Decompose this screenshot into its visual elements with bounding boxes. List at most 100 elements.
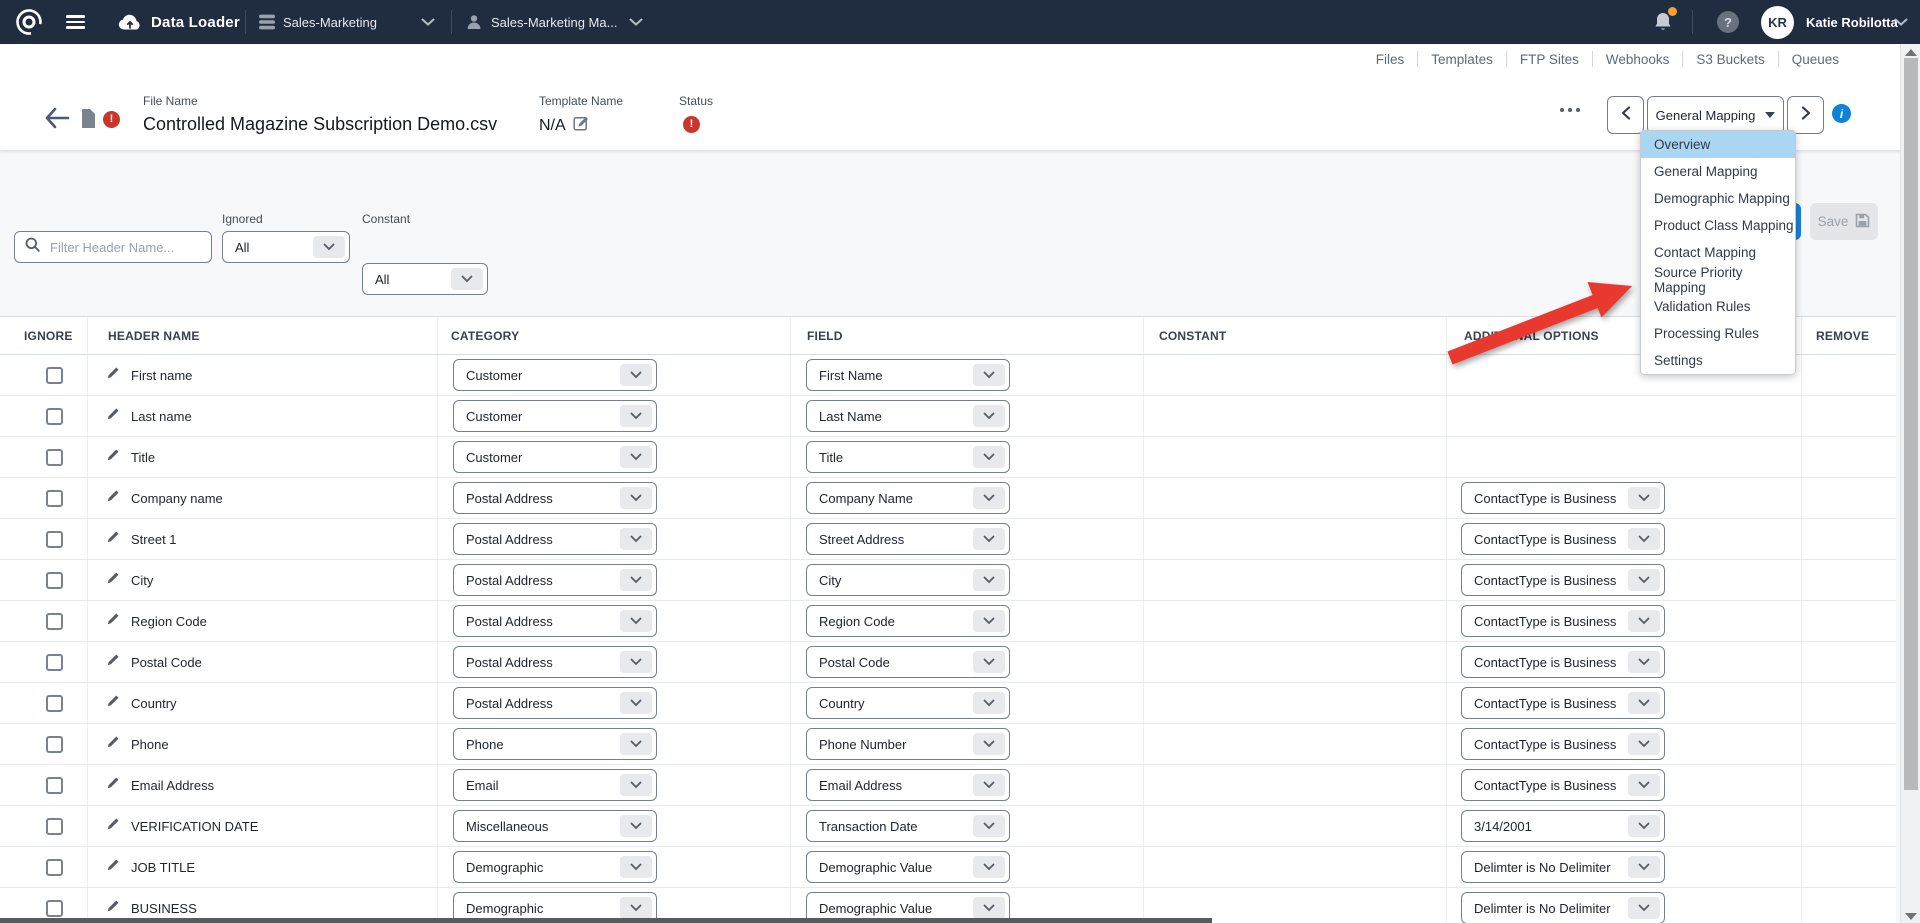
edit-header-name-icon[interactable] (107, 448, 120, 466)
menu-item-demographic-mapping[interactable]: Demographic Mapping (1641, 185, 1795, 212)
menu-item-product-class-mapping[interactable]: Product Class Mapping (1641, 212, 1795, 239)
help-icon[interactable]: ? (1717, 0, 1739, 44)
additional-options-select[interactable]: ContactType is Business (1461, 482, 1665, 514)
ignore-checkbox[interactable] (46, 859, 63, 876)
ignore-checkbox[interactable] (46, 818, 63, 835)
ignore-checkbox[interactable] (46, 695, 63, 712)
menu-item-overview[interactable]: Overview (1641, 131, 1795, 158)
edit-header-name-icon[interactable] (107, 694, 120, 712)
category-select[interactable]: Postal Address (453, 646, 657, 678)
hamburger-menu-icon[interactable] (66, 0, 85, 44)
menu-item-processing-rules[interactable]: Processing Rules (1641, 320, 1795, 347)
subnav-link-s3-buckets[interactable]: S3 Buckets (1683, 52, 1777, 67)
previous-view-button[interactable] (1607, 96, 1644, 134)
category-select[interactable]: Postal Address (453, 687, 657, 719)
menu-item-general-mapping[interactable]: General Mapping (1641, 158, 1795, 185)
edit-header-name-icon[interactable] (107, 776, 120, 794)
category-select[interactable]: Customer (453, 359, 657, 391)
additional-options-select[interactable]: ContactType is Business (1461, 728, 1665, 760)
menu-item-settings[interactable]: Settings (1641, 347, 1795, 374)
additional-options-select[interactable]: ContactType is Business (1461, 687, 1665, 719)
subnav-link-ftp-sites[interactable]: FTP Sites (1507, 52, 1592, 67)
field-select[interactable]: Phone Number (806, 728, 1010, 760)
view-selector-button[interactable]: General Mapping (1647, 96, 1784, 134)
menu-item-contact-mapping[interactable]: Contact Mapping (1641, 239, 1795, 266)
vertical-scrollbar-thumb[interactable] (1904, 58, 1918, 790)
field-select[interactable]: Demographic Value (806, 851, 1010, 883)
edit-header-name-icon[interactable] (107, 735, 120, 753)
profile-selector[interactable]: Sales-Marketing Ma... (491, 0, 617, 44)
category-select[interactable]: Postal Address (453, 605, 657, 637)
field-select[interactable]: City (806, 564, 1010, 596)
menu-item-validation-rules[interactable]: Validation Rules (1641, 293, 1795, 320)
additional-options-select[interactable]: Delimter is No Delimiter (1461, 892, 1665, 923)
additional-options-select[interactable]: ContactType is Business (1461, 523, 1665, 555)
ignore-checkbox[interactable] (46, 408, 63, 425)
chevron-down-icon[interactable] (421, 0, 435, 44)
ignore-checkbox[interactable] (46, 531, 63, 548)
category-select[interactable]: Postal Address (453, 564, 657, 596)
ignored-filter-select[interactable]: All (222, 231, 350, 263)
edit-header-name-icon[interactable] (107, 489, 120, 507)
horizontal-scrollbar-thumb[interactable] (0, 918, 1212, 923)
edit-header-name-icon[interactable] (107, 653, 120, 671)
edit-header-name-icon[interactable] (107, 858, 120, 876)
field-select[interactable]: Email Address (806, 769, 1010, 801)
additional-options-select[interactable]: Delimter is No Delimiter (1461, 851, 1665, 883)
field-select[interactable]: Company Name (806, 482, 1010, 514)
category-select[interactable]: Miscellaneous (453, 810, 657, 842)
category-select[interactable]: Demographic (453, 851, 657, 883)
field-select[interactable]: Street Address (806, 523, 1010, 555)
edit-template-icon[interactable] (573, 115, 589, 136)
category-select[interactable]: Phone (453, 728, 657, 760)
edit-header-name-icon[interactable] (107, 407, 120, 425)
subnav-link-webhooks[interactable]: Webhooks (1593, 52, 1683, 67)
ignore-checkbox[interactable] (46, 572, 63, 589)
avatar[interactable]: KR (1761, 0, 1794, 44)
field-select[interactable]: Last Name (806, 400, 1010, 432)
info-icon[interactable]: i (1832, 104, 1851, 123)
save-button[interactable]: Save (1810, 203, 1878, 240)
additional-options-select[interactable]: ContactType is Business (1461, 646, 1665, 678)
edit-header-name-icon[interactable] (107, 571, 120, 589)
ignore-checkbox[interactable] (46, 613, 63, 630)
category-select[interactable]: Email (453, 769, 657, 801)
edit-header-name-icon[interactable] (107, 817, 120, 835)
overflow-menu-icon[interactable] (1560, 108, 1580, 112)
scroll-up-icon[interactable] (1905, 49, 1917, 56)
database-selector[interactable]: Sales-Marketing (283, 0, 377, 44)
category-select[interactable]: Postal Address (453, 482, 657, 514)
field-select[interactable]: Transaction Date (806, 810, 1010, 842)
constant-filter-select[interactable]: All (362, 263, 488, 295)
ignore-checkbox[interactable] (46, 654, 63, 671)
field-select[interactable]: Postal Code (806, 646, 1010, 678)
category-select[interactable]: Customer (453, 441, 657, 473)
header-filter-search[interactable] (14, 231, 212, 263)
additional-options-select[interactable]: 3/14/2001 (1461, 810, 1665, 842)
search-input[interactable] (48, 239, 201, 256)
ignore-checkbox[interactable] (46, 736, 63, 753)
subnav-link-templates[interactable]: Templates (1418, 52, 1506, 67)
category-select[interactable]: Customer (453, 400, 657, 432)
additional-options-select[interactable]: ContactType is Business (1461, 564, 1665, 596)
ignore-checkbox[interactable] (46, 900, 63, 917)
field-select[interactable]: Country (806, 687, 1010, 719)
edit-header-name-icon[interactable] (107, 530, 120, 548)
additional-options-select[interactable]: ContactType is Business (1461, 769, 1665, 801)
field-select[interactable]: Title (806, 441, 1010, 473)
edit-header-name-icon[interactable] (107, 366, 120, 384)
next-view-button[interactable] (1787, 96, 1824, 134)
menu-item-source-priority-mapping[interactable]: Source Priority Mapping (1641, 266, 1795, 293)
omeda-logo-icon[interactable] (14, 0, 44, 44)
category-select[interactable]: Postal Address (453, 523, 657, 555)
field-select[interactable]: Region Code (806, 605, 1010, 637)
scroll-down-icon[interactable] (1905, 913, 1917, 920)
chevron-down-icon[interactable] (1894, 0, 1908, 44)
ignore-checkbox[interactable] (46, 490, 63, 507)
field-select[interactable]: First Name (806, 359, 1010, 391)
subnav-link-files[interactable]: Files (1363, 52, 1418, 67)
ignore-checkbox[interactable] (46, 777, 63, 794)
chevron-down-icon[interactable] (629, 0, 643, 44)
subnav-link-queues[interactable]: Queues (1779, 52, 1852, 67)
edit-header-name-icon[interactable] (107, 612, 120, 630)
